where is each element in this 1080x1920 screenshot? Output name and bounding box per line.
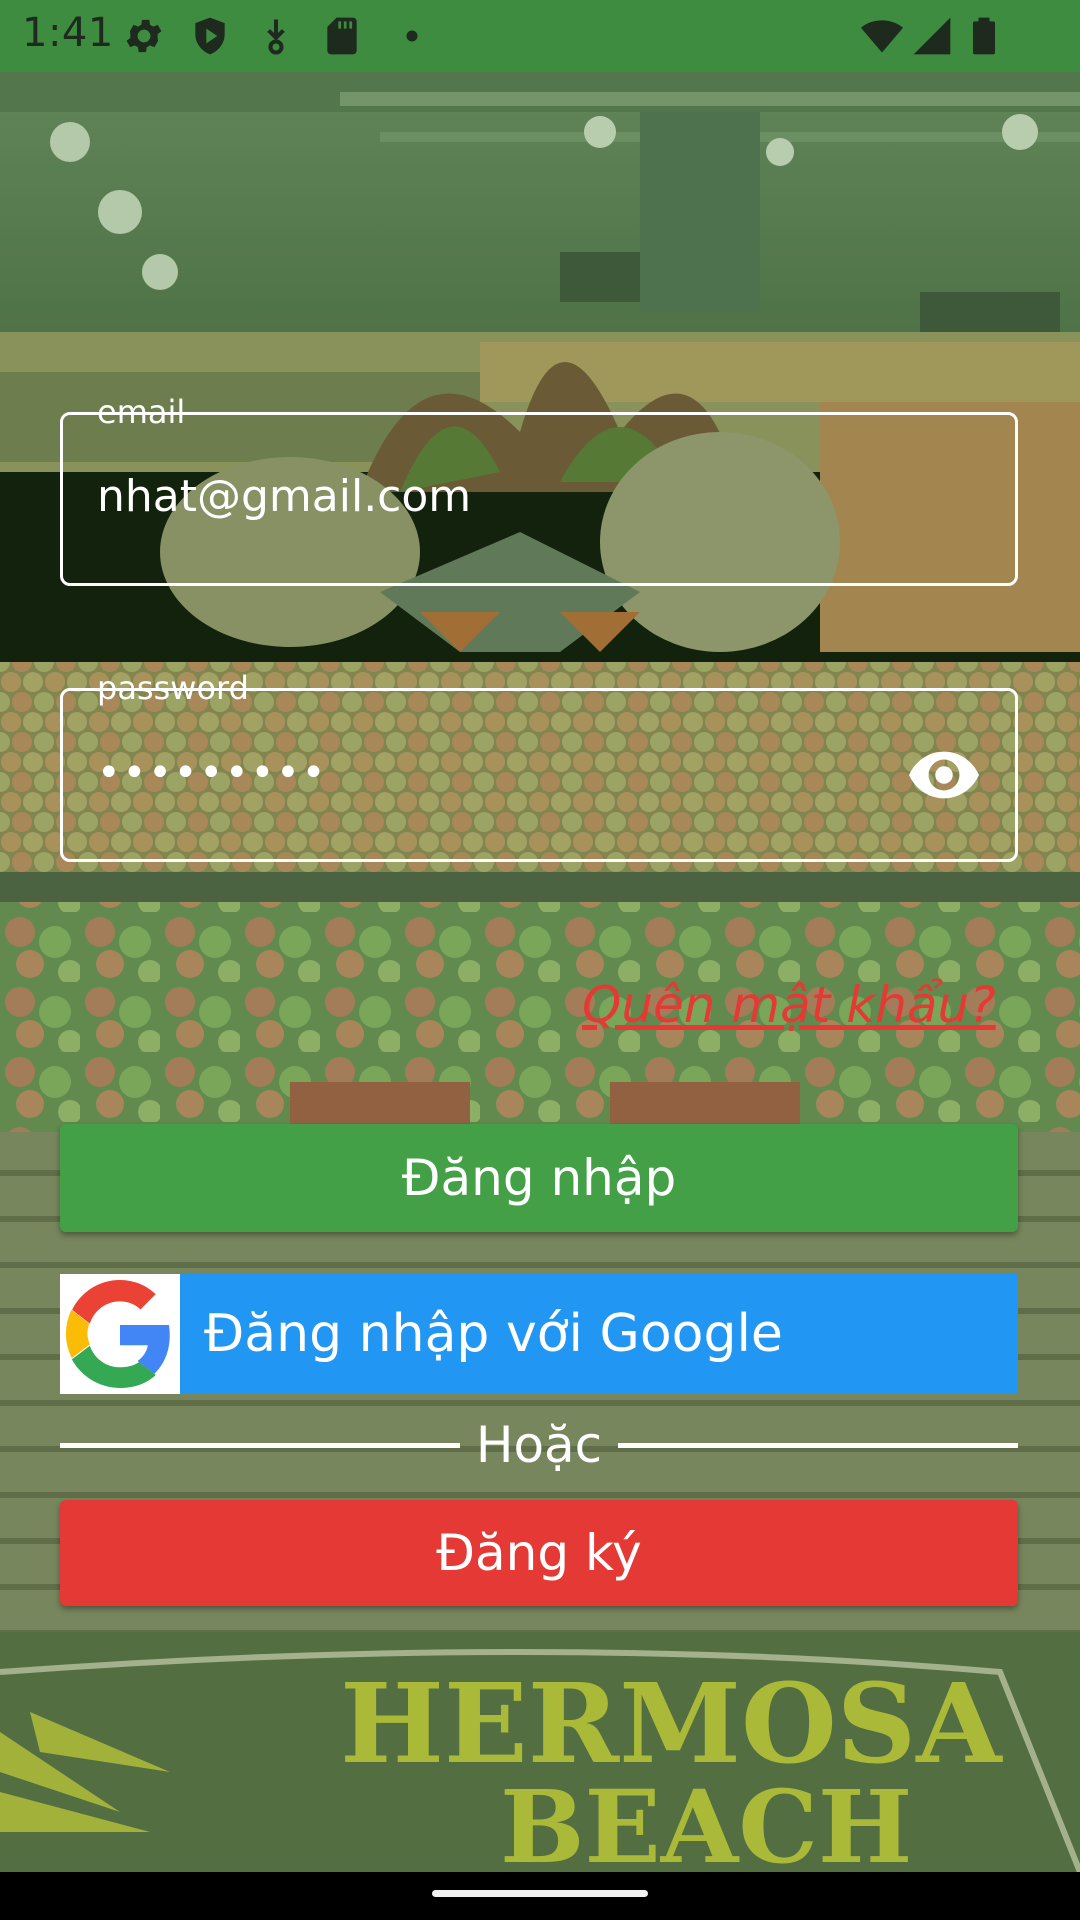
register-button[interactable]: Đăng ký (60, 1500, 1018, 1606)
divider-text: Hoặc (475, 1416, 603, 1474)
login-button-label: Đăng nhập (401, 1149, 677, 1207)
register-button-label: Đăng ký (436, 1524, 642, 1582)
google-logo-icon (60, 1274, 180, 1394)
google-login-button[interactable]: Đăng nhập với Google (60, 1274, 1018, 1394)
email-field-label: email (85, 385, 198, 439)
divider-line-left (60, 1442, 460, 1448)
or-divider: Hoặc (60, 1410, 1019, 1480)
email-field[interactable]: email nhat@gmail.com (60, 393, 1018, 586)
forgot-password-link[interactable]: Quên mật khẩu? (582, 976, 996, 1034)
divider-line-right (618, 1442, 1019, 1448)
eye-icon[interactable] (909, 747, 979, 803)
status-time: 1:41 (22, 10, 114, 56)
login-button[interactable]: Đăng nhập (60, 1124, 1018, 1232)
home-gesture-handle[interactable] (432, 1890, 648, 1897)
navigation-bar (0, 1872, 1080, 1920)
wifi-icon (860, 14, 904, 58)
password-field-label: password (85, 661, 261, 715)
play-protect-icon (188, 14, 232, 58)
password-field[interactable]: password ••••••••• (60, 669, 1018, 862)
google-login-button-label: Đăng nhập với Google (204, 1304, 783, 1364)
dot-icon (390, 14, 434, 58)
email-input[interactable]: nhat@gmail.com (97, 467, 471, 527)
password-input[interactable]: ••••••••• (97, 743, 327, 803)
battery-icon (962, 14, 1006, 58)
signal-icon (910, 14, 954, 58)
status-bar: 1:41 (0, 0, 1080, 72)
settings-icon (122, 14, 166, 58)
sd-card-icon (320, 14, 364, 58)
download-icon (254, 14, 298, 58)
